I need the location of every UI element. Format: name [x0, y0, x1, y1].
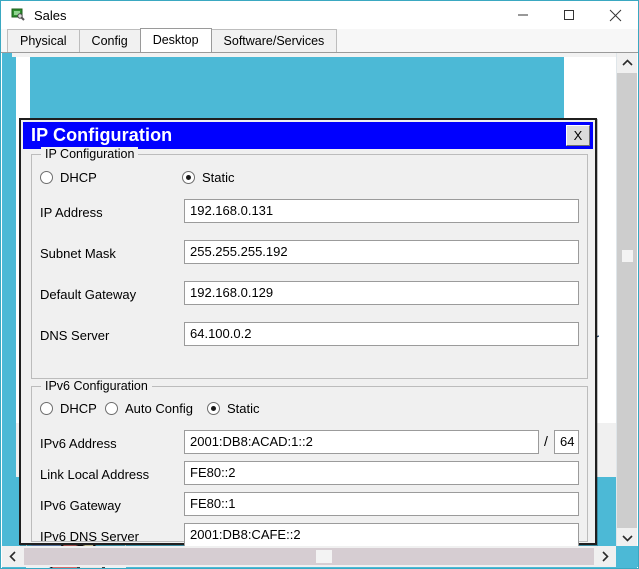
scroll-right-button[interactable] [594, 546, 616, 567]
ipv6-prefix-separator: / [544, 433, 548, 449]
ip-address-row: IP Address [40, 200, 103, 224]
tab-label: Desktop [152, 33, 199, 47]
link-local-address-label: Link Local Address [40, 466, 150, 482]
minimize-button[interactable] [500, 1, 546, 29]
default-gateway-label: Default Gateway [40, 286, 137, 302]
ip-address-label: IP Address [40, 204, 103, 220]
ipv4-configuration-group: IP Configuration DHCP Static IP Address … [31, 147, 588, 379]
chevron-down-icon [621, 535, 633, 542]
ipv6-dns-server-label: IPv6 DNS Server [40, 528, 139, 544]
vertical-scrollbar[interactable] [616, 53, 637, 548]
default-gateway-row: Default Gateway [40, 282, 136, 306]
ipv6-address-row: IPv6 Address [40, 431, 117, 455]
ipv6-configuration-group: IPv6 Configuration DHCP Auto Config Stat… [31, 379, 588, 547]
horizontal-scrollbar[interactable] [2, 546, 638, 567]
dialog-title: IP Configuration [31, 125, 173, 145]
dialog-titlebar: IP Configuration X [23, 122, 593, 149]
tab-label: Physical [20, 34, 67, 48]
radio-label: Static [202, 170, 235, 185]
tab-label: Config [91, 34, 128, 48]
scroll-up-button[interactable] [617, 53, 637, 73]
link-local-address-input[interactable]: FE80::2 [184, 461, 579, 485]
radio-indicator [207, 402, 220, 415]
tab-physical[interactable]: Physical [7, 29, 80, 52]
radio-indicator [182, 171, 195, 184]
scroll-left-button[interactable] [2, 546, 24, 567]
ipv6-prefix-input[interactable]: 64 [554, 430, 579, 454]
tab-software-services[interactable]: Software/Services [210, 29, 338, 52]
ipv6-dns-server-input[interactable]: 2001:DB8:CAFE::2 [184, 523, 579, 547]
horizontal-scrollbar-track[interactable] [24, 548, 594, 565]
ipv6-gateway-row: IPv6 Gateway [40, 493, 121, 517]
link-local-address-row: Link Local Address [40, 462, 149, 486]
tab-label: Software/Services [223, 34, 325, 48]
scrollbar-corner [616, 546, 638, 567]
dialog-close-label: X [573, 128, 583, 143]
vertical-scrollbar-thumb[interactable] [622, 250, 633, 262]
ipv6-dns-server-row: IPv6 DNS Server [40, 524, 139, 548]
close-button[interactable] [592, 1, 638, 29]
ipv4-static-radio[interactable]: Static [182, 170, 235, 185]
ipv6-static-radio[interactable]: Static [207, 401, 260, 416]
radio-label: Static [227, 401, 260, 416]
radio-indicator [40, 402, 53, 415]
ipv6-dhcp-radio[interactable]: DHCP [40, 401, 97, 416]
dns-server-row: DNS Server [40, 323, 109, 347]
ipv6-auto-config-radio[interactable]: Auto Config [105, 401, 193, 416]
dns-server-input[interactable]: 64.100.0.2 [184, 322, 579, 346]
dns-server-label: DNS Server [40, 327, 110, 343]
ipv4-dhcp-radio[interactable]: DHCP [40, 170, 97, 185]
tab-strip: Physical Config Desktop Software/Service… [1, 28, 638, 53]
chevron-up-icon [621, 59, 633, 66]
ip-address-input[interactable]: 192.168.0.131 [184, 199, 579, 223]
ipv4-group-legend: IP Configuration [41, 147, 139, 161]
tab-config[interactable]: Config [78, 29, 141, 52]
subnet-mask-label: Subnet Mask [40, 245, 116, 261]
ipv6-address-label: IPv6 Address [40, 435, 117, 451]
horizontal-scrollbar-thumb[interactable] [316, 550, 332, 563]
ipv6-gateway-input[interactable]: FE80::1 [184, 492, 579, 516]
vertical-scrollbar-track[interactable] [617, 73, 637, 528]
application-window: Sales Physical Config Desktop Software/S… [0, 0, 639, 569]
window-controls [500, 1, 638, 29]
ipv6-group-legend: IPv6 Configuration [41, 379, 152, 393]
desktop-content-area: or IP Configuration X [2, 53, 637, 568]
radio-label: DHCP [60, 170, 97, 185]
chevron-left-icon [9, 551, 16, 562]
ipv6-address-input[interactable]: 2001:DB8:ACAD:1::2 [184, 430, 539, 454]
chevron-right-icon [602, 551, 609, 562]
maximize-button[interactable] [546, 1, 592, 29]
window-titlebar: Sales [1, 1, 638, 29]
packet-tracer-device-icon [10, 7, 26, 23]
default-gateway-input[interactable]: 192.168.0.129 [184, 281, 579, 305]
subnet-mask-input[interactable]: 255.255.255.192 [184, 240, 579, 264]
window-title: Sales [34, 7, 67, 23]
ipv6-gateway-label: IPv6 Gateway [40, 497, 121, 513]
radio-label: Auto Config [125, 401, 193, 416]
radio-indicator [40, 171, 53, 184]
radio-label: DHCP [60, 401, 97, 416]
dialog-close-button[interactable]: X [566, 125, 590, 146]
radio-indicator [105, 402, 118, 415]
background-strip-top [12, 53, 622, 57]
tab-desktop[interactable]: Desktop [139, 28, 212, 52]
scroll-down-button[interactable] [617, 528, 637, 548]
subnet-mask-row: Subnet Mask [40, 241, 116, 265]
ip-configuration-dialog: IP Configuration X IP Configuration DHCP… [19, 118, 597, 547]
